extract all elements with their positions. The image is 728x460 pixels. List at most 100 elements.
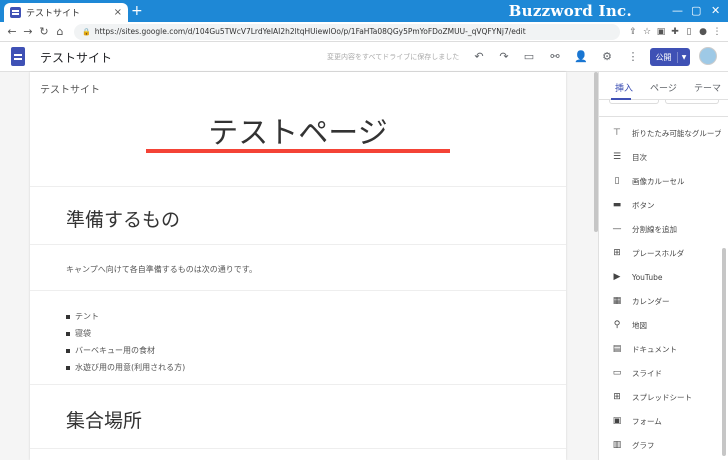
window-minimize-icon[interactable]: —: [672, 4, 683, 17]
redo-icon[interactable]: ↷: [497, 50, 511, 64]
divider-icon: —: [612, 224, 622, 234]
section-heading-meeting-place[interactable]: 集合場所: [66, 406, 142, 433]
panel-card-edge: [609, 100, 659, 104]
list-item-text: バーベキュー用の食材: [75, 346, 155, 355]
list-item-text: 寝袋: [75, 329, 91, 338]
insert-item-youtube[interactable]: ▶ YouTube: [611, 270, 721, 284]
forward-icon[interactable]: →: [20, 25, 36, 38]
image-carousel-icon: ▯: [614, 176, 620, 186]
browser-tab-strip: テストサイト × + Buzzword Inc. — ▢ ✕: [0, 0, 728, 22]
slides-icon: ▭: [612, 368, 622, 378]
back-icon[interactable]: ←: [4, 25, 20, 38]
share-icon[interactable]: ⇪: [626, 27, 640, 37]
bullet-icon: [66, 348, 70, 353]
list-item: 寝袋: [66, 325, 185, 342]
editor-canvas: テストサイト テストページ 準備するもの キャンプへ向けて各自準備するものは次の…: [0, 72, 598, 460]
bullet-icon: [66, 331, 70, 336]
insert-item-slides[interactable]: ▭ スライド: [611, 366, 721, 380]
insert-item-label: ボタン: [632, 200, 655, 210]
sidebar-icon[interactable]: ▯: [682, 27, 696, 37]
save-status: 変更内容をすべてドライブに保存しました: [327, 53, 460, 61]
calendar-icon: ▦: [612, 296, 622, 306]
sites-toolbar: テストサイト 変更内容をすべてドライブに保存しました ↶ ↷ ▭ ⚯ 👤 ⚙ ⋮…: [0, 42, 728, 72]
insert-item-label: 画像カルーセル: [632, 176, 685, 186]
insert-item-label: グラフ: [632, 440, 655, 450]
home-icon[interactable]: ⌂: [52, 25, 68, 38]
new-tab-button[interactable]: +: [131, 4, 143, 18]
section-divider: [30, 384, 566, 385]
reload-icon[interactable]: ↻: [36, 25, 52, 38]
insert-panel: 挿入 ページ テーマ ⊤ 折りたたみ可能なグループ ☰ 目次 ▯ 画像カルーセル ▬ ボ…: [598, 72, 728, 460]
site-title[interactable]: テストサイト: [40, 49, 112, 66]
bullet-icon: [66, 314, 70, 319]
share-with-others-icon[interactable]: 👤: [574, 50, 588, 64]
screen: テストサイト × + Buzzword Inc. — ▢ ✕ ← → ↻ ⌂ 🔒…: [0, 0, 728, 460]
profile-icon[interactable]: ●: [696, 27, 710, 37]
tab-themes[interactable]: テーマ: [694, 81, 721, 94]
tab-close-icon[interactable]: ×: [114, 7, 122, 18]
url-field[interactable]: 🔒 https://sites.google.com/d/104Gu5TWcV7…: [74, 23, 620, 40]
panel-card-edge: [665, 100, 719, 104]
insert-item-label: 分割線を追加: [632, 224, 677, 234]
more-options-icon[interactable]: ⋮: [626, 50, 640, 64]
insert-item-label: スライド: [632, 368, 662, 378]
publish-button-label: 公開: [650, 51, 678, 63]
publish-button[interactable]: 公開 ▼: [650, 48, 690, 66]
block-divider: [30, 290, 566, 291]
publish-dropdown-icon[interactable]: ▼: [678, 54, 690, 61]
insert-item-calendar[interactable]: ▦ カレンダー: [611, 294, 721, 308]
browser-tab[interactable]: テストサイト ×: [4, 3, 128, 22]
insert-item-label: フォーム: [632, 416, 662, 426]
chart-icon: ▥: [612, 440, 622, 450]
preview-icon[interactable]: ▭: [522, 50, 536, 64]
insert-item-label: 地図: [632, 320, 647, 330]
bulleted-list[interactable]: テント 寝袋 バーベキュー用の食材 水遊び用の用意(利用される方): [66, 308, 185, 376]
bookmark-star-icon[interactable]: ☆: [640, 27, 654, 37]
insert-item-chart[interactable]: ▥ グラフ: [611, 438, 721, 452]
block-divider: [30, 244, 566, 245]
table-of-contents-icon: ☰: [612, 152, 622, 162]
insert-item-divider[interactable]: — 分割線を追加: [611, 222, 721, 236]
browser-tab-title: テストサイト: [26, 9, 81, 19]
avatar[interactable]: [699, 47, 717, 65]
insert-item-label: 折りたたみ可能なグループ: [631, 128, 721, 138]
youtube-icon: ▶: [613, 272, 621, 282]
insert-item-placeholder[interactable]: ⊞ プレースホルダ: [611, 246, 721, 260]
tab-pages[interactable]: ページ: [650, 81, 677, 94]
site-page: テストサイト テストページ 準備するもの キャンプへ向けて各自準備するものは次の…: [30, 72, 566, 460]
insert-item-table-of-contents[interactable]: ☰ 目次: [611, 150, 721, 164]
settings-gear-icon[interactable]: ⚙: [600, 50, 614, 64]
puzzle-icon[interactable]: ✚: [668, 27, 682, 37]
sites-favicon-icon: [10, 7, 21, 18]
page-site-name[interactable]: テストサイト: [40, 81, 100, 96]
window-maximize-icon[interactable]: ▢: [691, 4, 701, 17]
insert-item-image-carousel[interactable]: ▯ 画像カルーセル: [611, 174, 721, 188]
insert-item-sheets[interactable]: ⊞ スプレッドシート: [611, 390, 721, 404]
browser-address-bar: ← → ↻ ⌂ 🔒 https://sites.google.com/d/104…: [0, 22, 728, 42]
forms-icon: ▣: [612, 416, 622, 426]
insert-item-collapsible-group[interactable]: ⊤ 折りたたみ可能なグループ: [611, 126, 721, 140]
tab-insert[interactable]: 挿入: [615, 81, 633, 94]
list-item-text: テント: [75, 312, 99, 321]
google-sites-logo-icon[interactable]: [11, 47, 25, 66]
extension-icon[interactable]: ▣: [654, 27, 668, 37]
insert-item-forms[interactable]: ▣ フォーム: [611, 414, 721, 428]
insert-item-button[interactable]: ▬ ボタン: [611, 198, 721, 212]
undo-icon[interactable]: ↶: [472, 50, 486, 64]
copy-link-icon[interactable]: ⚯: [548, 50, 562, 64]
list-item: 水遊び用の用意(利用される方): [66, 359, 185, 376]
section-paragraph[interactable]: キャンプへ向けて各自準備するものは次の通りです。: [66, 264, 257, 275]
browser-menu-icon[interactable]: ⋮: [710, 27, 724, 37]
button-icon: ▬: [612, 200, 622, 210]
list-item: テント: [66, 308, 185, 325]
section-heading-prepare[interactable]: 準備するもの: [66, 205, 180, 232]
insert-item-label: カレンダー: [632, 296, 670, 306]
insert-item-docs[interactable]: ▤ ドキュメント: [611, 342, 721, 356]
docs-icon: ▤: [612, 344, 622, 354]
title-underline-decoration: [146, 149, 450, 153]
placeholder-icon: ⊞: [613, 248, 621, 258]
panel-scrollbar[interactable]: [722, 248, 726, 456]
insert-item-map[interactable]: ⚲ 地図: [611, 318, 721, 332]
page-title[interactable]: テストページ: [30, 108, 566, 152]
window-close-icon[interactable]: ✕: [711, 4, 720, 17]
